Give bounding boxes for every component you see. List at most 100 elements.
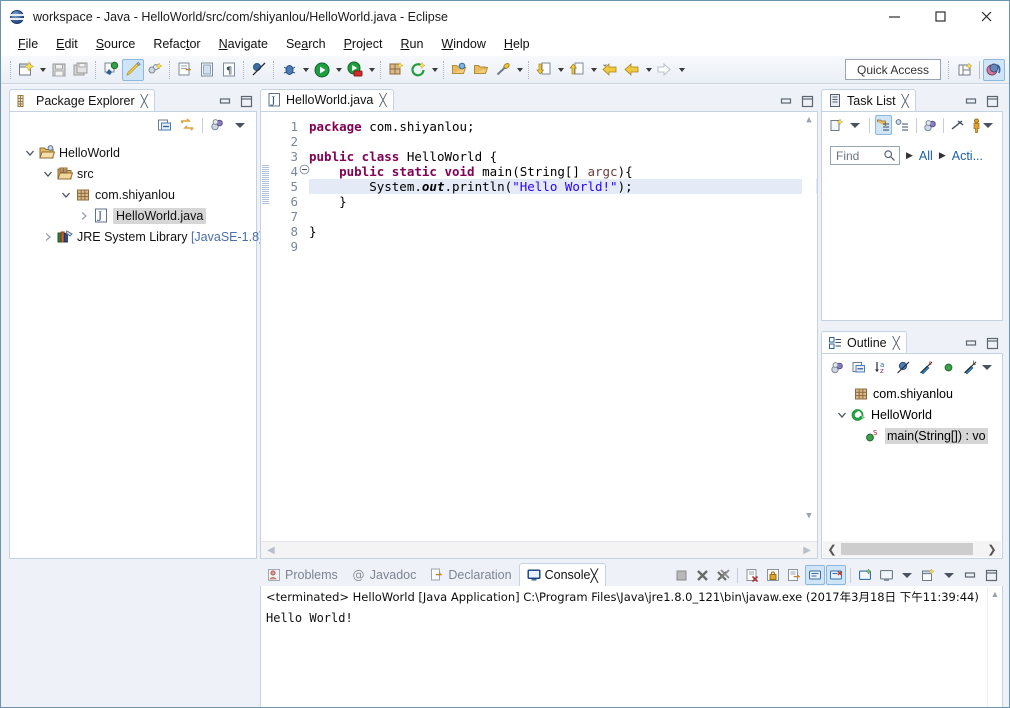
menu-file[interactable]: File xyxy=(9,35,47,54)
filter-all-arrow-icon[interactable]: ▶ xyxy=(906,150,913,161)
close-icon[interactable]: ╳ xyxy=(141,94,148,108)
link-with-editor-icon[interactable] xyxy=(177,115,197,135)
previous-annotation-icon[interactable] xyxy=(566,59,588,81)
chevron-down-icon[interactable] xyxy=(58,187,74,203)
editor-vertical-scrollbar[interactable]: ▲ ▼ xyxy=(802,113,816,523)
tree-item-com-shiyanlou[interactable]: com.shiyanlou xyxy=(10,184,256,205)
menu-edit[interactable]: Edit xyxy=(47,35,87,54)
open-task-icon[interactable] xyxy=(448,59,470,81)
previous-annotation-dropdown-icon[interactable] xyxy=(588,59,599,81)
tab-outline[interactable]: Outline ╳ xyxy=(821,331,907,354)
minimize-icon[interactable] xyxy=(219,96,232,107)
tab-helloworld-java[interactable]: J HelloWorld.java ╳ xyxy=(260,89,394,112)
next-annotation-icon[interactable] xyxy=(533,59,555,81)
scroll-right-icon[interactable]: ▶ xyxy=(803,545,811,556)
tree-item-src[interactable]: src xyxy=(10,163,256,184)
outline-item-class[interactable]: HelloWorld xyxy=(822,404,1002,425)
sort-icon[interactable]: a z xyxy=(873,357,891,377)
new-console-view-icon[interactable] xyxy=(918,565,938,585)
new-wizard-icon[interactable] xyxy=(15,59,37,81)
search-input[interactable]: Find xyxy=(830,146,900,165)
display-selected-console-icon[interactable] xyxy=(855,565,875,585)
code-text[interactable]: package com.shiyanlou; public class Hell… xyxy=(301,112,817,541)
search-dropdown-icon[interactable] xyxy=(514,59,525,81)
forward-icon[interactable] xyxy=(621,59,643,81)
chevron-right-icon[interactable] xyxy=(40,229,56,245)
toggle-whitespace-icon[interactable]: ¶ xyxy=(218,59,240,81)
open-type-icon[interactable] xyxy=(196,59,218,81)
collapse-all-icon[interactable] xyxy=(850,357,868,377)
build-all-icon[interactable] xyxy=(100,59,122,81)
menu-run[interactable]: Run xyxy=(391,35,432,54)
menu-project[interactable]: Project xyxy=(335,35,392,54)
maximize-icon[interactable] xyxy=(986,95,999,108)
maximize-icon[interactable] xyxy=(917,1,963,32)
tab-package-explorer[interactable]: Package Explorer ╳ xyxy=(9,89,155,112)
tree-item-helloworld-project[interactable]: HelloWorld xyxy=(10,142,256,163)
scroll-left-icon[interactable]: ◀ xyxy=(267,545,275,556)
maximize-icon[interactable] xyxy=(981,565,1001,585)
save-icon[interactable] xyxy=(48,59,70,81)
filter-activate-arrow-icon[interactable]: ▶ xyxy=(939,150,946,161)
close-icon[interactable] xyxy=(963,1,1009,32)
word-wrap-icon[interactable] xyxy=(784,565,804,585)
outline-item-method[interactable]: S main(String[]) : vo xyxy=(822,425,1002,446)
remove-launch-icon[interactable] xyxy=(692,565,712,585)
debug-icon[interactable] xyxy=(278,59,300,81)
menu-navigate[interactable]: Navigate xyxy=(210,35,277,54)
focus-on-workweek-icon[interactable] xyxy=(922,115,939,135)
java-perspective-icon[interactable] xyxy=(983,59,1005,81)
run-external-tools-icon[interactable] xyxy=(344,59,366,81)
open-console-dropdown-icon[interactable] xyxy=(897,565,917,585)
focus-on-active-task-icon[interactable] xyxy=(828,357,846,377)
view-menu-icon[interactable] xyxy=(939,565,959,585)
new-task-dropdown-icon[interactable] xyxy=(847,115,864,135)
show-console-on-output-icon[interactable] xyxy=(805,565,825,585)
scheduled-presentation-icon[interactable] xyxy=(894,115,911,135)
filter-activate-link[interactable]: Acti... xyxy=(952,149,983,163)
search-icon[interactable] xyxy=(883,149,896,162)
scroll-up-icon[interactable]: ▲ xyxy=(988,587,1002,601)
next-annotation-dropdown-icon[interactable] xyxy=(555,59,566,81)
new-java-class-icon[interactable] xyxy=(174,59,196,81)
editor-annotation-ruler[interactable] xyxy=(261,112,271,541)
new-java-package-icon[interactable] xyxy=(144,59,166,81)
chevron-down-icon[interactable] xyxy=(22,145,38,161)
close-icon[interactable]: ╳ xyxy=(902,94,909,108)
tree-item-jre-system-library[interactable]: JRE System Library [JavaSE-1.8] xyxy=(10,226,263,247)
minimize-icon[interactable] xyxy=(780,96,793,107)
forward-dropdown-icon[interactable] xyxy=(643,59,654,81)
filter-all-link[interactable]: All xyxy=(919,149,933,163)
new-java-project-icon[interactable] xyxy=(385,59,407,81)
outline-horizontal-scrollbar[interactable]: ❮ ❯ xyxy=(823,541,1001,557)
hide-fields-icon[interactable] xyxy=(895,357,913,377)
maximize-icon[interactable] xyxy=(240,95,253,108)
minimize-icon[interactable] xyxy=(871,1,917,32)
minimize-icon[interactable] xyxy=(965,338,978,349)
scroll-up-icon[interactable]: ▲ xyxy=(802,113,816,127)
hide-static-icon[interactable]: s xyxy=(917,357,935,377)
tree-item-helloworld-java[interactable]: J HelloWorld.java xyxy=(10,205,256,226)
new-annotation-dropdown-icon[interactable] xyxy=(429,59,440,81)
hide-nonpublic-icon[interactable] xyxy=(939,357,957,377)
menu-source[interactable]: Source xyxy=(87,35,145,54)
close-icon[interactable]: ╳ xyxy=(893,336,900,350)
console-output[interactable]: Hello World! xyxy=(261,607,1002,629)
code-editor[interactable]: 1 2 3 4 5 6 7 8 9 package com.shiyanlou;… xyxy=(261,112,817,541)
open-perspective-icon[interactable] xyxy=(954,59,976,81)
menu-help[interactable]: Help xyxy=(495,35,539,54)
scroll-right-icon[interactable]: ❯ xyxy=(985,543,999,556)
close-icon[interactable]: ╳ xyxy=(379,93,386,107)
run-dropdown-icon[interactable] xyxy=(333,59,344,81)
chevron-down-icon[interactable] xyxy=(40,166,56,182)
quick-access-input[interactable]: Quick Access xyxy=(845,59,941,80)
nav-forward-dropdown-icon[interactable] xyxy=(676,59,687,81)
minimize-icon[interactable] xyxy=(960,565,980,585)
maximize-icon[interactable] xyxy=(801,95,814,108)
back-icon[interactable] xyxy=(599,59,621,81)
chevron-right-icon[interactable] xyxy=(76,208,92,224)
categorized-presentation-icon[interactable] xyxy=(874,115,892,135)
view-menu-icon[interactable] xyxy=(230,115,250,135)
console-vertical-scrollbar[interactable]: ▲ ▼ xyxy=(987,587,1002,707)
synchronize-changed-icon[interactable] xyxy=(949,115,966,135)
